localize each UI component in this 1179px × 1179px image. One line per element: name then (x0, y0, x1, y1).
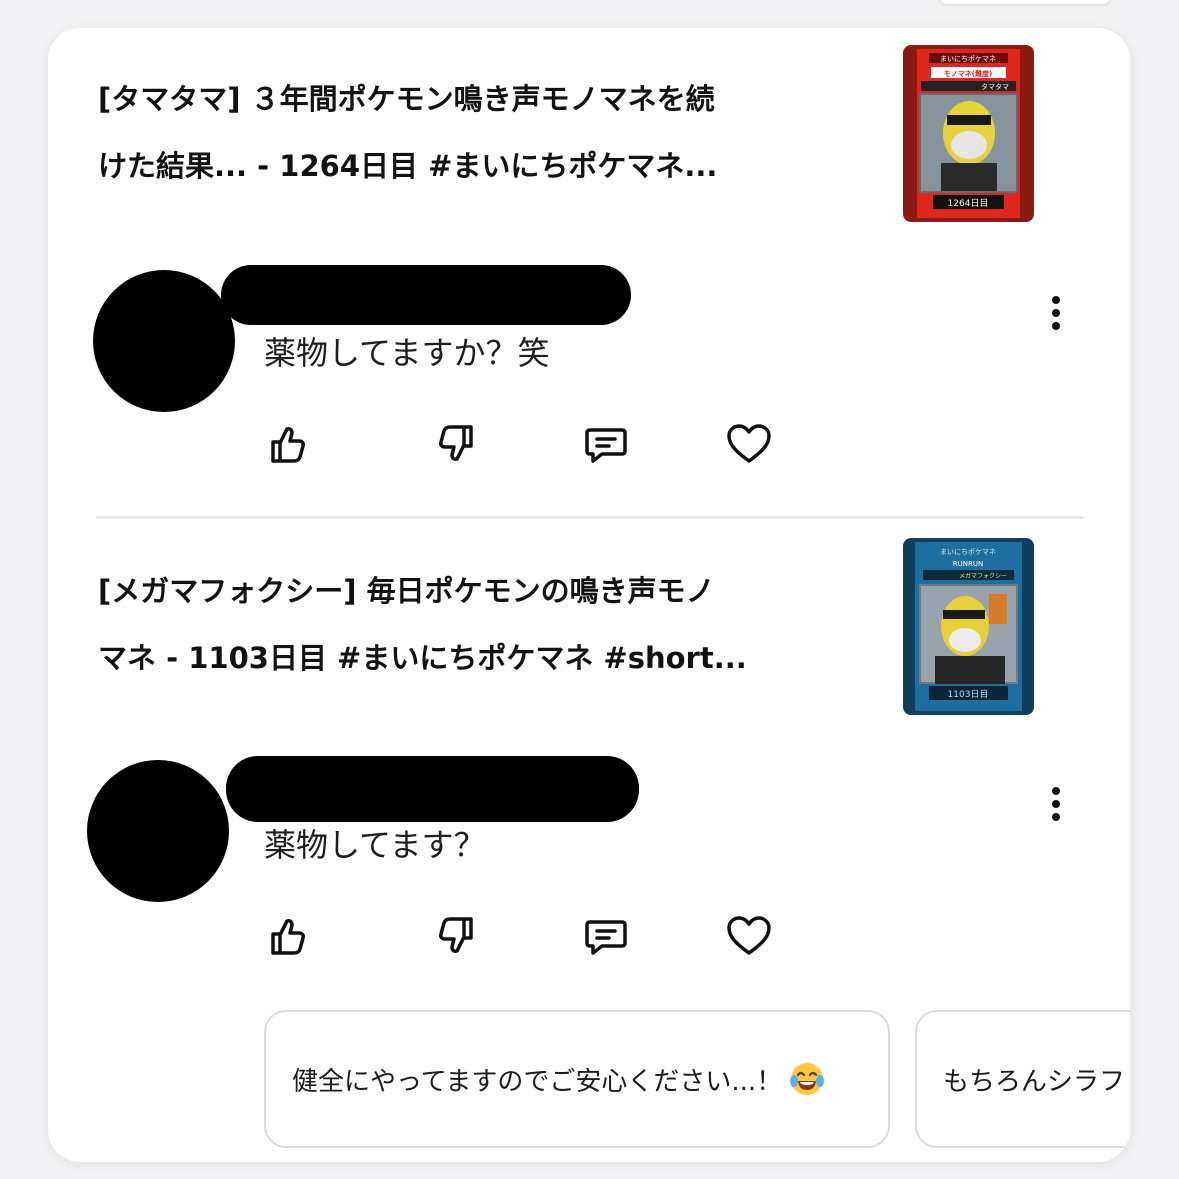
dot (1052, 800, 1060, 808)
reply-button[interactable] (582, 420, 630, 468)
dot (1052, 813, 1060, 821)
like-icon (271, 427, 305, 463)
dot (1052, 296, 1060, 304)
redacted-username (226, 756, 639, 822)
heart-button[interactable] (725, 912, 773, 960)
suggested-reply-chip[interactable]: 健全にやってますのでご安心ください...！ (264, 1010, 890, 1148)
heart-icon (727, 424, 771, 463)
dislike-button[interactable] (432, 912, 480, 960)
video-title[interactable]: [タマタマ] ３年間ポケモン鳴き声モノマネを続 けた結果... - 1264日目… (98, 66, 818, 200)
thumb-name-tag: メガマフォクシー (959, 572, 1007, 580)
reply-icon (585, 428, 627, 463)
heart-button[interactable] (725, 420, 773, 468)
comments-card: [タマタマ] ３年間ポケモン鳴き声モノマネを続 けた結果... - 1264日目… (48, 28, 1130, 1162)
avatar[interactable] (87, 760, 229, 902)
thumb-top-caption: まいにちポケマネ (940, 548, 996, 556)
dislike-icon (439, 917, 473, 953)
reply-icon (585, 920, 627, 955)
thumb-top-caption: まいにちポケマネ (940, 55, 996, 63)
thumb-banner: モノマネ(難度) (944, 69, 992, 78)
like-button[interactable] (264, 912, 312, 960)
like-icon (271, 919, 305, 955)
heart-icon (727, 916, 771, 955)
dot (1052, 787, 1060, 795)
more-options-button[interactable] (1038, 779, 1074, 829)
dislike-icon (439, 425, 473, 461)
video-thumbnail[interactable]: まいにちポケマネ RUNRUN メガマフォクシー 1103日目 (903, 538, 1034, 715)
divider (96, 516, 1083, 519)
dislike-button[interactable] (432, 420, 480, 468)
video-title[interactable]: [メガマフォクシー] 毎日ポケモンの鳴き声モノ マネ - 1103日目 #まいに… (98, 558, 818, 692)
suggested-reply-text: もちろんシラフ (943, 1066, 1126, 1097)
more-options-button[interactable] (1038, 288, 1074, 338)
scroll-indicator (940, 0, 1110, 4)
redacted-username (221, 265, 631, 325)
thumb-name-tag: タマタマ (981, 82, 1009, 91)
comment-text: 薬物してます？ (264, 826, 486, 864)
thumb-banner: RUNRUN (953, 560, 983, 568)
video-thumbnail[interactable]: まいにちポケマネ モノマネ(難度) タマタマ 1264日目 (903, 45, 1034, 222)
like-button[interactable] (264, 420, 312, 468)
thumb-day-counter: 1264日目 (948, 198, 989, 209)
suggested-reply-chip[interactable]: もちろんシラフ (915, 1010, 1130, 1148)
avatar[interactable] (93, 270, 235, 412)
suggested-reply-text: 健全にやってますのでご安心ください...！ (292, 1066, 783, 1097)
laughing-tears-emoji-icon (790, 1063, 825, 1095)
dot (1052, 322, 1060, 330)
thumb-day-counter: 1103日目 (948, 689, 989, 700)
reply-button[interactable] (582, 912, 630, 960)
comment-text: 薬物してますか？笑 (264, 334, 550, 372)
dot (1052, 309, 1060, 317)
